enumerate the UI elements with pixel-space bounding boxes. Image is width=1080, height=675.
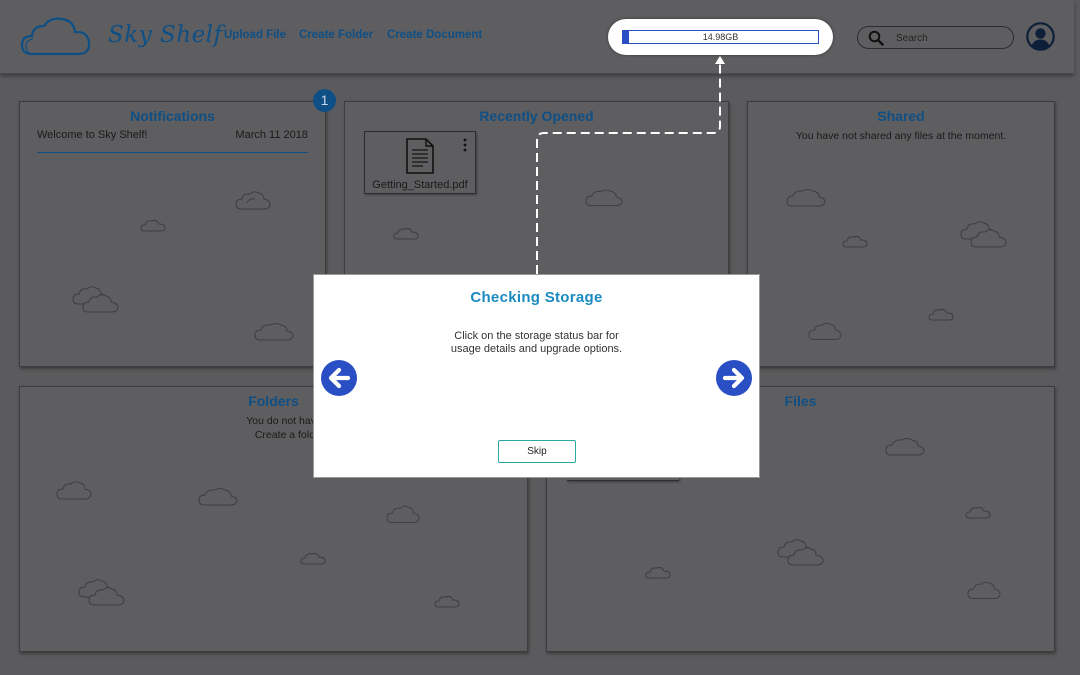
shared-empty-message: You have not shared any files at the mom… [795,130,1007,142]
cloud-decoration-icon [967,581,1001,599]
storage-label: 14.98GB [702,32,739,42]
notifications-panel: Notifications Welcome to Sky Shelf! Marc… [19,101,326,367]
kebab-menu-icon[interactable] [462,138,468,152]
create-document-link[interactable]: Create Document [387,29,482,41]
recent-file-name: Getting_Started.pdf [372,179,468,191]
tour-body: Click on the storage status bar for usag… [314,330,759,356]
upload-file-link[interactable]: Upload File [224,29,286,41]
cloud-decoration-icon [842,235,868,248]
notifications-title: Notifications [130,108,215,124]
tour-body-line-2: usage details and upgrade options. [450,343,623,355]
notification-count-badge[interactable]: 1 [313,89,336,112]
tour-body-line-1: Click on the storage status bar for [454,330,619,342]
document-icon [406,138,434,174]
cloud-decoration-icon [885,438,925,456]
search-box[interactable] [857,26,1014,49]
cloud-decoration-icon [300,552,326,565]
cloud-decoration-icon [78,579,125,606]
app-logo-text[interactable]: Sky Shelf [108,22,223,48]
tour-modal: Checking Storage Click on the storage st… [313,274,760,478]
shared-panel: Shared You have not shared any files at … [747,101,1055,367]
recently-opened-title: Recently Opened [479,108,594,124]
cloud-decoration-icon [777,539,824,566]
skip-button[interactable]: Skip [498,440,576,463]
search-input[interactable] [896,30,1006,46]
search-icon[interactable] [868,30,884,46]
cloud-decoration-icon [72,286,119,313]
arrow-left-icon[interactable] [320,359,358,397]
cloud-decoration-icon [393,227,419,240]
cloud-decoration-icon [585,189,623,207]
cloud-logo-icon[interactable] [20,14,92,58]
recent-file-card[interactable]: Getting_Started.pdf [364,131,476,194]
cloud-decoration-icon [235,191,271,210]
cloud-decoration-icon [786,189,826,207]
cloud-decoration-icon [386,505,420,523]
app-header: Sky Shelf Upload File Create Folder Crea… [0,0,1074,74]
cloud-decoration-icon [198,488,238,506]
cloud-decoration-icon [56,481,92,500]
storage-status-bar[interactable]: 14.98GB [622,30,819,44]
notification-message: Welcome to Sky Shelf! [37,129,148,141]
cloud-decoration-icon [928,308,954,321]
storage-status[interactable]: 14.98GB [608,19,833,55]
notification-item[interactable]: Welcome to Sky Shelf! March 11 2018 [37,129,308,153]
shared-title: Shared [877,108,925,124]
create-folder-link[interactable]: Create Folder [299,29,373,41]
arrow-right-icon[interactable] [715,359,753,397]
cloud-decoration-icon [808,322,842,340]
cloud-decoration-icon [254,323,294,341]
cloud-decoration-icon [645,566,671,579]
cloud-decoration-icon [965,506,991,519]
cloud-decoration-icon [960,221,1007,248]
cloud-decoration-icon [434,595,460,608]
notification-date: March 11 2018 [235,129,308,141]
user-avatar-icon[interactable] [1026,22,1055,51]
tour-title: Checking Storage [470,289,603,306]
cloud-decoration-icon [140,219,166,232]
